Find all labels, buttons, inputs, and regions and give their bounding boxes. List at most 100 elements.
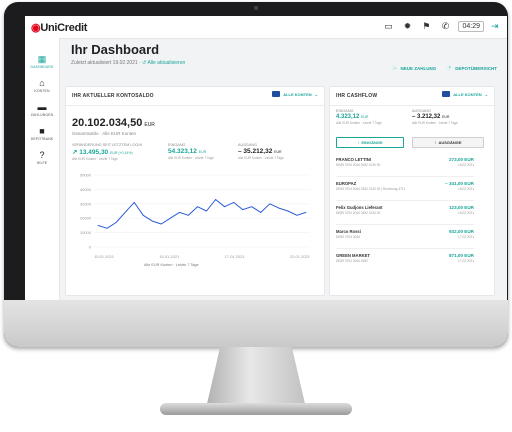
chart-icon: ◔: [446, 65, 453, 71]
brand-logo[interactable]: ◉UniCredit: [31, 21, 87, 34]
total-balance: 20.102.034,50 EUR: [72, 117, 155, 129]
header-actions: → NEUE ZAHLUNG ◔ DEPOTÜBERSICHT: [391, 65, 497, 71]
y-tick-label: 10000: [80, 230, 92, 235]
cashflow-ausgang: AUSGANG – 3.212,32 EUR Alle EUR Konten ·…: [412, 109, 458, 125]
arrow-up-icon: ↑: [434, 140, 437, 145]
page-title: Ihr Dashboard: [71, 42, 160, 57]
cashflow-account-selector[interactable]: ALLE KONTEN ⌄: [442, 91, 488, 97]
data-point: [296, 214, 298, 216]
monitor-base: [160, 403, 352, 415]
bank-icon: ⌂: [39, 78, 45, 88]
kpi-change: VERÄNDERUNG SEIT LETZTEM LOGIN ↗ 13.495,…: [72, 143, 143, 161]
data-point: [197, 206, 198, 208]
divider: [330, 105, 494, 106]
briefcase-icon: ■: [39, 126, 45, 136]
y-tick-label: 0: [89, 245, 92, 250]
transaction-row[interactable]: Felix Gudjons Lieferant DE89 3704 0044 0…: [336, 205, 474, 223]
eingaenge-button[interactable]: ↓ EINGÄNGE: [336, 137, 404, 148]
data-point: [206, 210, 207, 212]
data-point: [260, 212, 262, 213]
y-tick-label: 30000: [80, 201, 92, 206]
data-point: [215, 199, 216, 200]
new-payment-button[interactable]: → NEUE ZAHLUNG: [391, 65, 436, 71]
card-icon: [272, 91, 281, 97]
data-point: [169, 217, 171, 219]
data-point: [233, 202, 235, 203]
chevron-down-icon: ⌄: [484, 91, 488, 97]
refresh-link[interactable]: ↺ Alle aktualisieren: [142, 60, 185, 66]
dashboard-icon: ▦: [37, 54, 47, 64]
monitor-chin: [4, 300, 508, 347]
divider: [336, 224, 474, 225]
wallet-icon: ▬: [37, 102, 47, 112]
sidebar: ▦ DASHBOARD ⌂ KONTEN ▬ ZAHLUNGEN ■ DEPOT…: [25, 38, 60, 300]
chart-legend: Alle EUR Konten · Letzte 7 Tage: [144, 263, 199, 267]
depot-overview-button[interactable]: ◔ DEPOTÜBERSICHT: [446, 65, 497, 71]
y-tick-label: 20000: [80, 216, 92, 221]
camera-icon: [254, 6, 258, 10]
data-point: [106, 227, 108, 229]
x-tick-label: 20.01.2021: [290, 254, 311, 259]
sidebar-item-depotbank[interactable]: ■ DEPOTBANK: [25, 126, 59, 141]
divider: [336, 200, 474, 201]
data-point: [278, 207, 280, 209]
x-tick-label: 17.01.2021: [225, 254, 246, 259]
balance-heading: IHR AKTUELLER KONTOSALDO: [72, 93, 154, 99]
data-point: [124, 212, 126, 213]
data-point: [224, 206, 225, 208]
exit-icon[interactable]: ⇥: [491, 21, 501, 31]
data-point: [188, 214, 189, 216]
sidebar-item-konten[interactable]: ⌂ KONTEN: [25, 78, 59, 93]
screen: ◉UniCredit ▭ ✹ ⚑ ✆ 04:29 ⇥ ▦ DASHBOARD ⌂…: [25, 16, 507, 300]
ausgaenge-button[interactable]: ↑ AUSGÄNGE: [412, 137, 484, 148]
data-point: [179, 212, 180, 213]
divider: [66, 105, 324, 106]
top-bar: ◉UniCredit ▭ ✹ ⚑ ✆ 04:29 ⇥: [25, 16, 507, 39]
balance-line-chart: 50000 40000 30000 20000 10000 010.01.2021 15.0…: [80, 173, 311, 260]
page-subtitle: Zuletzt aktualisiert 19.02.2021 · ↺ Alle…: [71, 60, 186, 66]
data-point: [242, 209, 244, 210]
help-icon: ?: [39, 150, 45, 160]
balance-card: IHR AKTUELLER KONTOSALDO ALLE KONTEN ⌄ 20…: [65, 86, 325, 296]
sidebar-item-zahlungen[interactable]: ▬ ZAHLUNGEN: [25, 102, 59, 117]
y-tick-label: 50000: [80, 173, 92, 178]
data-point: [287, 210, 289, 212]
sidebar-item-hilfe[interactable]: ? HILFE: [25, 150, 59, 165]
data-point: [305, 212, 307, 213]
chevron-down-icon: ⌄: [314, 91, 318, 97]
arrow-right-icon: →: [391, 65, 398, 71]
kpi-ausgang: AUSGANG – 35.212,32 EUR Alle EUR Konten …: [238, 143, 284, 160]
cashflow-heading: IHR CASHFLOW: [336, 93, 378, 99]
data-point: [142, 214, 144, 216]
transaction-row[interactable]: FRANCO LETTINI DE89 3704 0044 0532 0130 …: [336, 157, 474, 175]
transaction-row[interactable]: EUROPAZ DE89 3704 0044 0532 0130 00 | Re…: [336, 181, 474, 199]
gear-icon[interactable]: ✹: [401, 20, 413, 32]
transaction-row[interactable]: Marco Rossi DE89 3704 0044 932,00 EUR 17…: [336, 229, 474, 247]
x-tick-label: 10.01.2021: [94, 254, 115, 259]
data-point: [269, 203, 271, 205]
arrow-down-icon: ↓: [357, 140, 360, 145]
data-point: [115, 222, 117, 223]
flag-icon[interactable]: ⚑: [420, 20, 432, 32]
cashflow-card: IHR CASHFLOW ALLE KONTEN ⌄ EINGANG 4.323,…: [329, 86, 495, 296]
sidebar-item-dashboard[interactable]: ▦ DASHBOARD: [25, 54, 59, 69]
data-point: [151, 220, 153, 222]
top-bar-icons: ▭ ✹ ⚑ ✆ 04:29 ⇥: [382, 20, 501, 32]
cashflow-eingang: EINGANG 4.323,12 EUR Alle EUR Konten · L…: [336, 109, 382, 125]
brand-name: UniCredit: [40, 22, 88, 34]
unicredit-logo-icon: ◉: [31, 22, 41, 34]
y-tick-label: 40000: [80, 187, 92, 192]
kpi-eingang: EINGANG 54.323,12 EUR Alle EUR Konten · …: [168, 143, 214, 160]
divider: [336, 176, 474, 177]
data-point: [160, 223, 162, 225]
screen-icon[interactable]: ▭: [382, 20, 394, 32]
x-tick-label: 15.01.2021: [159, 254, 180, 259]
data-point: [251, 206, 253, 208]
account-selector[interactable]: ALLE KONTEN ⌄: [272, 91, 318, 97]
card-icon: [442, 91, 451, 97]
monitor-stand: [206, 347, 306, 405]
transaction-row[interactable]: GREEN MARKET DE89 3704 0044 0532 871,00 …: [336, 253, 474, 271]
data-point: [133, 202, 135, 203]
phone-icon[interactable]: ✆: [439, 20, 451, 32]
data-point: [97, 225, 99, 226]
